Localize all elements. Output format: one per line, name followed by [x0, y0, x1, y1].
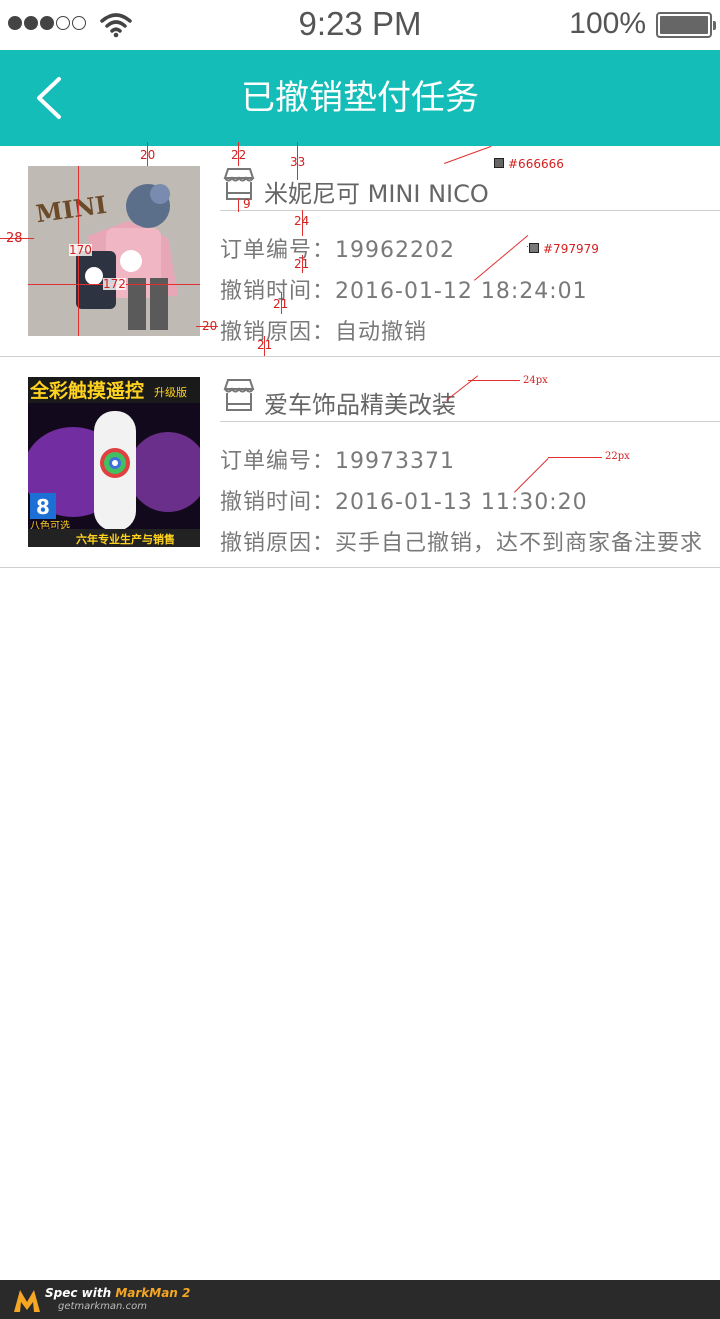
- nav-bar: 已撤销垫付任务: [0, 50, 720, 146]
- footer-spec-text: Spec with MarkMan 2: [45, 1286, 190, 1300]
- order-number-value: 19973371: [335, 449, 455, 474]
- annotation-swatch: [529, 243, 539, 253]
- order-number-label: 订单编号：: [220, 449, 336, 474]
- status-bar: 9:23 PM 100%: [0, 0, 720, 50]
- cancel-reason-value: 自动撤销: [335, 320, 428, 345]
- annotation-spacing: 20: [140, 148, 156, 162]
- store-icon: [223, 379, 255, 411]
- cancel-reason-row: 撤销原因：自动撤销: [220, 314, 427, 346]
- store-name: 爱车饰品精美改装: [264, 391, 456, 419]
- footer-url[interactable]: getmarkman.com: [58, 1301, 147, 1312]
- footer-spec-prefix: Spec with: [45, 1286, 116, 1300]
- order-number-row: 订单编号：19962202: [220, 232, 455, 264]
- annotation-color: #797979: [543, 242, 599, 256]
- task-item[interactable]: 全彩触摸遥控 升级版 8 八色可选 六年专业生产与销售 爱车饰品精美改装 订单编…: [0, 357, 720, 568]
- annotation-line: [548, 457, 602, 458]
- order-number-value: 19962202: [335, 238, 455, 263]
- product-image-footer: 六年专业生产与销售: [76, 532, 175, 546]
- annotation-line: [238, 198, 239, 212]
- cancel-time-value: 2016-01-12 18:24:01: [335, 279, 588, 304]
- page-title: 已撤销垫付任务: [241, 78, 479, 118]
- annotation-spacing: 24: [294, 214, 310, 228]
- battery-icon: [656, 12, 716, 38]
- task-list: MINI 米妮尼可 MINI NICO 订单编号：19962202 撤销时间：2…: [0, 146, 720, 568]
- annotation-spacing: 22: [231, 148, 247, 162]
- annotation-swatch: [494, 158, 504, 168]
- annotation-spacing: 33: [290, 155, 306, 169]
- battery-fill: [660, 16, 708, 34]
- annotation-color: #666666: [508, 157, 564, 171]
- cancel-time-value: 2016-01-13 11:30:20: [335, 490, 588, 515]
- order-number-label: 订单编号：: [220, 238, 336, 263]
- product-image-banner: 全彩触摸遥控: [29, 379, 144, 402]
- footer-brand: MarkMan 2: [115, 1286, 191, 1300]
- store-icon: [223, 168, 255, 200]
- annotation-dimension: 172: [103, 277, 126, 291]
- product-image-number: 8: [36, 495, 50, 519]
- cancel-time-label: 撤销时间：: [220, 490, 336, 515]
- cancel-reason-value: 买手自己撤销，达不到商家备注要求: [335, 531, 704, 556]
- store-row: 米妮尼可 MINI NICO: [220, 166, 720, 211]
- annotation-spacing: 21: [273, 297, 289, 311]
- markman-footer: Spec with MarkMan 2 getmarkman.com: [0, 1280, 720, 1319]
- cancel-time-row: 撤销时间：2016-01-13 11:30:20: [220, 484, 588, 516]
- product-image-badge: 升级版: [154, 385, 187, 399]
- annotation-line: [468, 380, 520, 381]
- cancel-reason-label: 撤销原因：: [220, 531, 336, 556]
- annotation-dimension: 170: [69, 243, 92, 257]
- annotation-font-size: 24px: [523, 375, 548, 386]
- annotation-line: [527, 246, 528, 247]
- annotation-spacing: 9: [243, 197, 251, 211]
- annotation-font-size: 22px: [605, 451, 630, 462]
- order-number-row: 订单编号：19973371: [220, 443, 455, 475]
- annotation-spacing: 28: [6, 231, 23, 246]
- annotation-spacing: 21: [257, 338, 273, 352]
- product-image: MINI: [28, 166, 200, 336]
- task-item[interactable]: MINI 米妮尼可 MINI NICO 订单编号：19962202 撤销时间：2…: [0, 146, 720, 357]
- cancel-reason-row: 撤销原因：买手自己撤销，达不到商家备注要求: [220, 525, 703, 557]
- product-image: 全彩触摸遥控 升级版 8 八色可选 六年专业生产与销售: [28, 377, 200, 547]
- store-row: 爱车饰品精美改装: [220, 377, 720, 422]
- markman-logo-icon: [14, 1290, 40, 1312]
- annotation-spacing: 20: [202, 319, 218, 333]
- annotation-spacing: 21: [294, 257, 310, 271]
- battery-percent: 100%: [569, 7, 646, 40]
- cancel-reason-label: 撤销原因：: [220, 320, 336, 345]
